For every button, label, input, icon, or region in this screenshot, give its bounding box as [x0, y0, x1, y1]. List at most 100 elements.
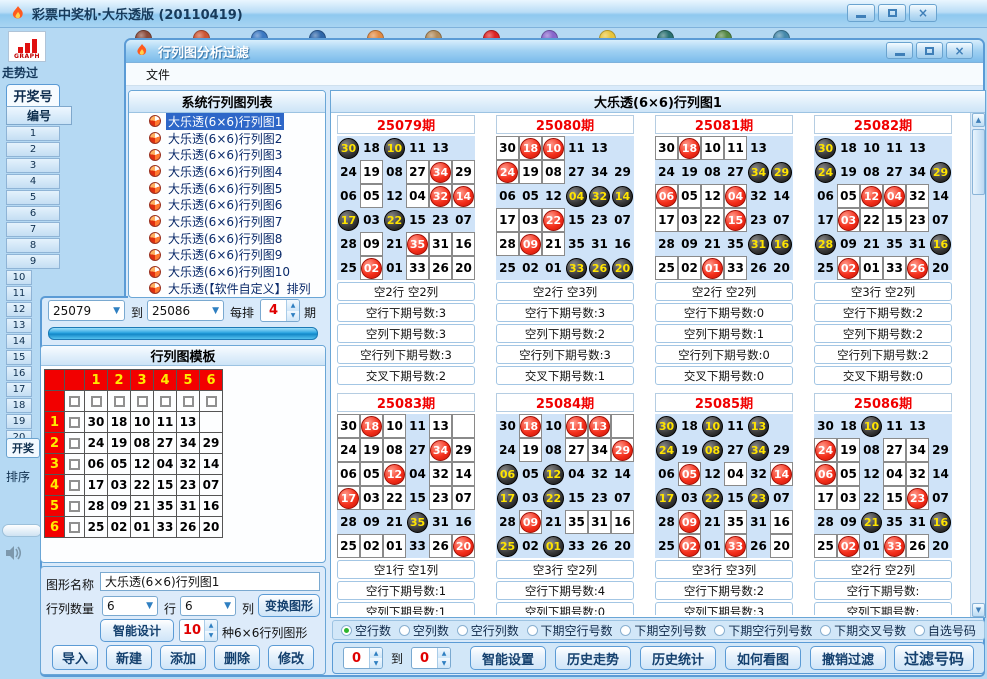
action-button[interactable]: 修改 — [268, 645, 314, 670]
period-from-select[interactable]: 25079▼ — [48, 300, 125, 321]
toolbar-icon[interactable] — [367, 30, 384, 38]
maximize-icon[interactable] — [916, 42, 943, 59]
table-row[interactable]: 10 — [6, 270, 32, 285]
table-row[interactable]: 6 — [6, 206, 60, 221]
table-row[interactable]: 4 — [6, 174, 60, 189]
radio-icon[interactable] — [914, 625, 925, 636]
rows-select[interactable]: 6▼ — [102, 596, 158, 616]
scroll-down-icon[interactable]: ▼ — [972, 603, 985, 617]
tree-item-chart-11[interactable]: 大乐透(【软件自定义】排列 — [129, 280, 325, 297]
toolbar-icon[interactable] — [657, 30, 674, 38]
radio-icon[interactable] — [714, 625, 725, 636]
toolbar-icon[interactable] — [309, 30, 326, 38]
scrollbar-thumb[interactable] — [972, 129, 985, 195]
toolbar-icon[interactable] — [193, 30, 210, 38]
table-row[interactable]: 12 — [6, 302, 32, 317]
period-to-select[interactable]: 25086▼ — [147, 300, 224, 321]
toolbar-icon[interactable] — [773, 30, 790, 38]
column-checkbox[interactable] — [206, 396, 217, 407]
draw-button[interactable]: 开奖 — [6, 438, 40, 458]
bottom-button[interactable]: 历史走势 — [555, 646, 631, 670]
toolbar-icon[interactable] — [541, 30, 558, 38]
tree-item-chart-6[interactable]: 大乐透(6×6)行列图6 — [129, 196, 325, 213]
tree-item-chart-5[interactable]: 大乐透(6×6)行列图5 — [129, 180, 325, 197]
bottom-button[interactable]: 如何看图 — [725, 646, 801, 670]
row-checkbox[interactable] — [69, 501, 80, 512]
bottom-button[interactable]: 历史统计 — [640, 646, 716, 670]
tab-draw-numbers[interactable]: 开奖号 — [6, 84, 60, 106]
filter-option[interactable]: 下期空行号数 — [527, 622, 613, 639]
radio-icon[interactable] — [341, 625, 352, 636]
maximize-icon[interactable] — [878, 4, 906, 22]
table-row[interactable]: 11 — [6, 286, 32, 301]
table-row[interactable]: 16 — [6, 366, 32, 381]
radio-icon[interactable] — [399, 625, 410, 636]
table-row[interactable]: 13 — [6, 318, 32, 333]
tree-item-chart-3[interactable]: 大乐透(6×6)行列图3 — [129, 146, 325, 163]
table-row[interactable]: 17 — [6, 382, 32, 397]
table-row[interactable]: 15 — [6, 350, 32, 365]
column-checkbox[interactable] — [114, 396, 125, 407]
table-row[interactable]: 5 — [6, 190, 60, 205]
toolbar-icon[interactable] — [251, 30, 268, 38]
tree-item-chart-2[interactable]: 大乐透(6×6)行列图2 — [129, 130, 325, 147]
row-checkbox[interactable] — [69, 438, 80, 449]
action-button[interactable]: 新建 — [106, 645, 152, 670]
toolbar-icon[interactable] — [599, 30, 616, 38]
radio-icon[interactable] — [820, 625, 831, 636]
minimize-icon[interactable] — [847, 4, 875, 22]
filter-option[interactable]: 空行数 — [341, 622, 391, 639]
column-checkbox[interactable] — [137, 396, 148, 407]
tree-item-chart-4[interactable]: 大乐透(6×6)行列图4 — [129, 163, 325, 180]
scroll-up-icon[interactable]: ▲ — [972, 113, 985, 127]
table-row[interactable]: 2 — [6, 142, 60, 157]
per-row-stepper[interactable]: 4 ▲▼ — [260, 299, 300, 322]
table-row[interactable]: 7 — [6, 222, 60, 237]
column-checkbox[interactable] — [91, 396, 102, 407]
transform-graph-button[interactable]: 变换图形 — [258, 594, 320, 617]
row-checkbox[interactable] — [69, 522, 80, 533]
action-button[interactable]: 导入 — [52, 645, 98, 670]
table-row[interactable]: 1 — [6, 126, 60, 141]
filter-option[interactable]: 下期交叉号数 — [820, 622, 906, 639]
filter-to-stepper[interactable]: 0 ▲▼ — [411, 647, 451, 669]
radio-icon[interactable] — [527, 625, 538, 636]
row-checkbox[interactable] — [69, 417, 80, 428]
filter-numbers-button[interactable]: 过滤号码 — [894, 645, 974, 671]
table-row[interactable]: 9 — [6, 254, 60, 269]
design-count-stepper[interactable]: 10 ▲▼ — [179, 619, 218, 642]
tree-item-chart-10[interactable]: 大乐透(6×6)行列图10 — [129, 263, 325, 280]
filter-option[interactable]: 空行列数 — [457, 622, 519, 639]
toolbar-icon[interactable] — [425, 30, 442, 38]
action-button[interactable]: 删除 — [214, 645, 260, 670]
filter-option[interactable]: 下期空列号数 — [620, 622, 706, 639]
tree-item-chart-7[interactable]: 大乐透(6×6)行列图7 — [129, 213, 325, 230]
vertical-scrollbar[interactable]: ▲ ▼ — [970, 113, 985, 617]
filter-option[interactable]: 空列数 — [399, 622, 449, 639]
toolbar-icon[interactable] — [135, 30, 152, 38]
column-checkbox[interactable] — [160, 396, 171, 407]
tree-item-chart-9[interactable]: 大乐透(6×6)行列图9 — [129, 247, 325, 264]
action-button[interactable]: 添加 — [160, 645, 206, 670]
trend-graph-icon[interactable]: GRAPH — [8, 31, 46, 62]
tree-item-chart-1[interactable]: 大乐透(6×6)行列图1 — [129, 113, 325, 130]
menu-file[interactable]: 文件 — [140, 64, 176, 85]
close-icon[interactable]: × — [946, 42, 973, 59]
table-row[interactable]: 19 — [6, 414, 32, 429]
tree-item-chart-8[interactable]: 大乐透(6×6)行列图8 — [129, 230, 325, 247]
table-row[interactable]: 3 — [6, 158, 60, 173]
toolbar-icon[interactable] — [483, 30, 500, 38]
radio-icon[interactable] — [620, 625, 631, 636]
minimize-icon[interactable] — [886, 42, 913, 59]
filter-from-stepper[interactable]: 0 ▲▼ — [343, 647, 383, 669]
toolbar-icon[interactable] — [715, 30, 732, 38]
filter-option[interactable]: 自选号码 — [914, 622, 976, 639]
column-checkbox[interactable] — [183, 396, 194, 407]
smart-design-button[interactable]: 智能设计 — [100, 619, 174, 642]
graph-name-input[interactable]: 大乐透(6×6)行列图1 — [100, 572, 320, 591]
cols-select[interactable]: 6▼ — [180, 596, 236, 616]
table-row[interactable]: 8 — [6, 238, 60, 253]
row-checkbox[interactable] — [69, 480, 80, 491]
column-checkbox[interactable] — [69, 396, 80, 407]
bottom-button[interactable]: 撤销过滤 — [810, 646, 886, 670]
